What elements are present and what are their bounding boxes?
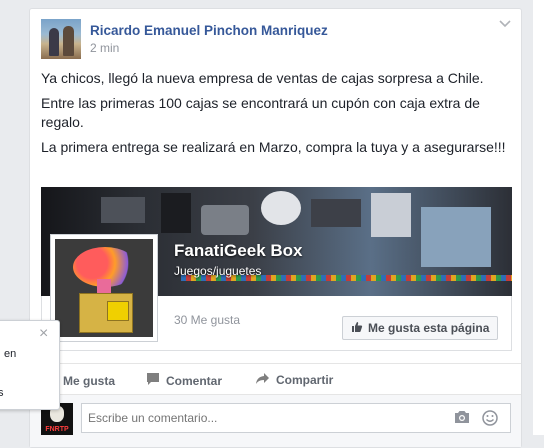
share-button[interactable]: Compartir	[255, 372, 333, 388]
like-page-label: Me gusta esta página	[368, 321, 490, 335]
author-name[interactable]: Ricardo Emanuel Pinchon Manriquez	[90, 23, 328, 38]
thumbs-up-icon	[351, 321, 363, 336]
page-name[interactable]: FanatiGeek Box	[174, 241, 303, 261]
post-paragraph-3: La primera entrega se realizará en Marzo…	[41, 139, 506, 155]
post-text: Ya chicos, llegó la nueva empresa de ven…	[41, 69, 511, 163]
popup-text: en	[4, 348, 17, 360]
right-panel	[533, 0, 544, 435]
page-profile-picture[interactable]	[50, 234, 158, 342]
popup-text-2: s	[0, 387, 4, 399]
chevron-down-icon[interactable]	[499, 19, 511, 31]
author-avatar[interactable]	[41, 19, 81, 59]
comment-composer: FNRTP	[30, 395, 521, 447]
comment-button[interactable]: Comentar	[146, 372, 222, 389]
close-icon[interactable]: ×	[39, 325, 48, 343]
comment-input[interactable]	[81, 403, 511, 433]
like-label: Me gusta	[63, 373, 116, 388]
notification-popup: × en s	[0, 320, 60, 410]
post-paragraph-2: Entre las primeras 100 cajas se encontra…	[41, 95, 480, 130]
share-label: Compartir	[276, 373, 334, 387]
post-time[interactable]: 2 min	[90, 41, 119, 55]
share-arrow-icon	[255, 372, 270, 388]
post-card: Ricardo Emanuel Pinchon Manriquez 2 min …	[29, 8, 522, 448]
page-category: Juegos/juguetes	[174, 264, 262, 278]
like-page-button[interactable]: Me gusta esta página	[342, 316, 499, 340]
post-actions-bar: Me gusta Comentar Compartir	[30, 363, 521, 395]
page-likes-count: 30 Me gusta	[174, 313, 241, 327]
comment-label: Comentar	[166, 373, 223, 388]
camera-icon[interactable]	[454, 410, 470, 426]
emoji-icon[interactable]	[482, 410, 498, 426]
post-paragraph-1: Ya chicos, llegó la nueva empresa de ven…	[41, 70, 484, 86]
comment-bubble-icon	[146, 372, 160, 389]
